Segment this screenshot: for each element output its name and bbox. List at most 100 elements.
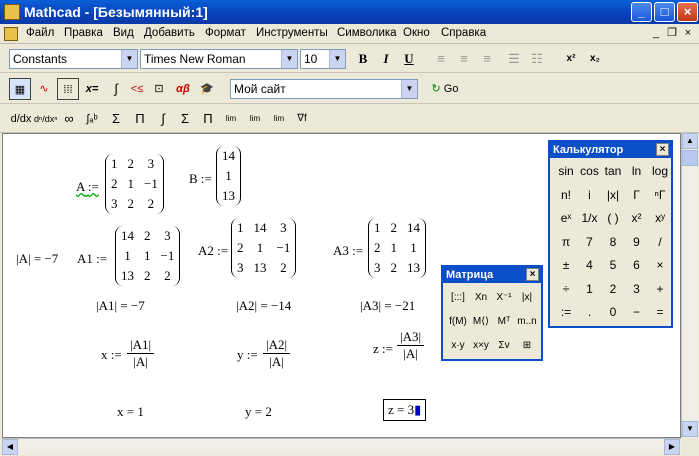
font-select[interactable]: Times New Roman ▼ (140, 49, 298, 69)
calculator-key[interactable]: . (578, 301, 602, 323)
calculator-palette-close-button[interactable]: × (656, 143, 669, 156)
limit-icon[interactable]: lim (220, 108, 242, 130)
calculator-key[interactable]: 9 (625, 231, 649, 253)
right-limit-icon[interactable]: lim (244, 108, 266, 130)
infinity-icon[interactable]: ∞ (58, 108, 80, 130)
matrix-palette-key[interactable]: m..n (516, 311, 538, 333)
calculator-key[interactable]: 1/x (578, 207, 602, 229)
calculus-toolbar-icon[interactable]: ∫ (105, 78, 127, 100)
calculator-key[interactable]: := (554, 301, 578, 323)
graph-toolbar-icon[interactable]: ∿ (33, 78, 55, 100)
scroll-up-icon[interactable]: ▲ (682, 133, 698, 149)
calculator-key[interactable]: ± (554, 254, 578, 276)
document-icon[interactable] (4, 27, 18, 41)
calculator-key[interactable]: − (625, 301, 649, 323)
calculator-key[interactable]: 5 (601, 254, 625, 276)
align-right-icon[interactable]: ≡ (476, 49, 498, 69)
matrix-palette-key[interactable]: M⟨⟩ (470, 311, 492, 333)
align-left-icon[interactable]: ≡ (430, 49, 452, 69)
vertical-scrollbar[interactable]: ▲ ▼ (681, 133, 698, 438)
scroll-thumb[interactable] (682, 150, 698, 166)
matrix-palette-key[interactable]: [:::] (447, 287, 469, 309)
calculator-key[interactable]: cos (578, 160, 602, 182)
scroll-down-icon[interactable]: ▼ (682, 421, 698, 437)
matrix-palette-key[interactable]: ⊞ (516, 335, 538, 357)
gradient-icon[interactable]: ∇f (291, 108, 313, 130)
calculator-key[interactable]: x² (625, 207, 649, 229)
summation-icon[interactable]: Σ (105, 108, 127, 130)
matrix-toolbar-icon[interactable]: ⁞⁞⁞ (57, 78, 79, 100)
scroll-right-icon[interactable]: ▶ (664, 439, 680, 455)
menu-tools[interactable]: Инструменты (256, 27, 328, 39)
matrix-palette-key[interactable]: X⁻¹ (493, 287, 515, 309)
menu-symbolics[interactable]: Символика (337, 27, 397, 39)
menu-file[interactable]: Файл (26, 27, 54, 39)
calculator-key[interactable]: 0 (601, 301, 625, 323)
calculator-key[interactable]: 3 (625, 278, 649, 300)
calculator-key[interactable]: ( ) (601, 207, 625, 229)
subscript-button[interactable]: x₂ (584, 49, 606, 69)
calculator-key[interactable]: ln (625, 160, 649, 182)
font-size-select[interactable]: 10 ▼ (300, 49, 346, 69)
doc-restore-button[interactable]: ❐ (664, 26, 680, 40)
style-select[interactable]: Constants ▼ (9, 49, 138, 69)
derivative-icon[interactable]: d/dx (10, 108, 32, 130)
calculator-key[interactable]: + (648, 278, 672, 300)
horizontal-scrollbar[interactable]: ◀ ▶ (2, 438, 681, 455)
close-button[interactable]: × (677, 2, 698, 22)
calculator-key[interactable]: 4 (578, 254, 602, 276)
bold-button[interactable]: B (352, 49, 374, 69)
calculator-key[interactable]: 7 (578, 231, 602, 253)
range-product-icon[interactable]: Π (197, 108, 219, 130)
nth-derivative-icon[interactable]: dⁿ/dxⁿ (34, 108, 58, 130)
calculator-toolbar-icon[interactable]: ▦ (9, 78, 31, 100)
calculator-key[interactable]: tan (601, 160, 625, 182)
bullets-icon[interactable]: ☰ (503, 49, 525, 69)
underline-button[interactable]: U (398, 49, 420, 69)
numbering-icon[interactable]: ☷ (526, 49, 548, 69)
calculator-key[interactable]: n! (554, 184, 578, 206)
calculator-key[interactable]: 2 (601, 278, 625, 300)
worksheet[interactable]: A := 1 2 3 2 1 −1 3 2 2 B := 14 1 13 |A| = −7 A1 :… (2, 133, 681, 438)
symbolic-toolbar-icon[interactable]: 🎓 (196, 78, 218, 100)
programming-toolbar-icon[interactable]: ⊡ (148, 78, 170, 100)
calculator-key[interactable]: Γ (625, 184, 649, 206)
calculator-key[interactable]: xʸ (648, 207, 672, 229)
align-center-icon[interactable]: ≡ (453, 49, 475, 69)
matrix-palette-key[interactable]: Xn (470, 287, 492, 309)
calculator-key[interactable]: = (648, 301, 672, 323)
menu-view[interactable]: Вид (113, 27, 134, 39)
definite-integral-icon[interactable]: ∫ₐᵇ (81, 108, 103, 130)
calculator-key[interactable]: 1 (578, 278, 602, 300)
boolean-toolbar-icon[interactable]: <≤ (126, 78, 148, 100)
indefinite-integral-icon[interactable]: ∫ (152, 108, 174, 130)
calculator-key[interactable]: 6 (625, 254, 649, 276)
menu-edit[interactable]: Правка (64, 27, 103, 39)
calculator-key[interactable]: / (648, 231, 672, 253)
maximize-button[interactable]: □ (654, 2, 675, 22)
superscript-button[interactable]: x² (560, 49, 582, 69)
range-sum-icon[interactable]: Σ (174, 108, 196, 130)
calculator-key[interactable]: × (648, 254, 672, 276)
menu-help[interactable]: Справка (441, 27, 486, 39)
calculator-key[interactable]: ÷ (554, 278, 578, 300)
doc-close-button[interactable]: × (680, 26, 696, 40)
z-result-selected[interactable]: z = 3▮ (383, 399, 427, 421)
doc-minimize-button[interactable]: _ (648, 26, 664, 40)
calculator-key[interactable]: ⁿΓ (648, 184, 672, 206)
calculator-key[interactable]: eˣ (554, 207, 578, 229)
calculator-key[interactable]: log (648, 160, 672, 182)
calculator-key[interactable]: π (554, 231, 578, 253)
calculator-key[interactable]: i (578, 184, 602, 206)
matrix-palette-key[interactable]: |x| (516, 287, 538, 309)
greek-toolbar-icon[interactable]: αβ (172, 78, 194, 100)
menu-window[interactable]: Окно (403, 27, 430, 39)
calculator-key[interactable]: |x| (601, 184, 625, 206)
scroll-left-icon[interactable]: ◀ (2, 439, 18, 455)
matrix-palette-key[interactable]: Σv (493, 335, 515, 357)
menu-insert[interactable]: Добавить (144, 27, 195, 39)
evaluation-toolbar-icon[interactable]: x= (81, 78, 103, 100)
italic-button[interactable]: I (375, 49, 397, 69)
matrix-palette-key[interactable]: f(M) (447, 311, 469, 333)
resource-site-select[interactable]: Мой сайт ▼ (230, 79, 418, 99)
